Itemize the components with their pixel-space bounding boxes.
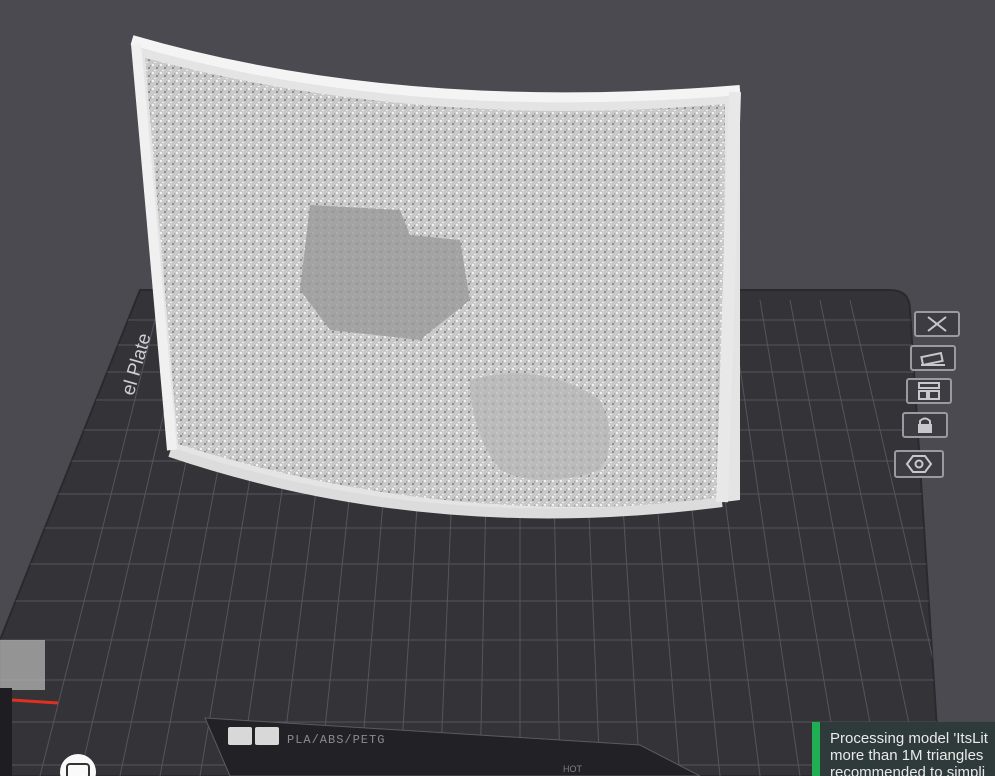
auto-orient-button[interactable] [910,345,956,371]
hot-warning-label: HOT [563,764,582,774]
notification-accent-bar [812,722,820,776]
3d-viewport[interactable] [0,0,995,776]
lock-plate-button[interactable] [902,412,948,438]
remove-plate-button[interactable] [914,311,960,337]
close-icon [927,316,947,332]
lock-icon [918,417,932,433]
notification-toast: Processing model 'ItsLit more than 1M tr… [812,722,995,776]
filament-type-label: PLA/ABS/PETG [287,733,386,747]
notification-message: Processing model 'ItsLit more than 1M tr… [830,730,988,776]
orient-icon [920,351,945,367]
settings-icon [905,455,933,473]
plate-settings-button[interactable] [894,450,944,478]
arrange-icon [918,382,940,400]
arrange-button[interactable] [906,378,952,404]
lithophane-model[interactable] [130,35,741,519]
